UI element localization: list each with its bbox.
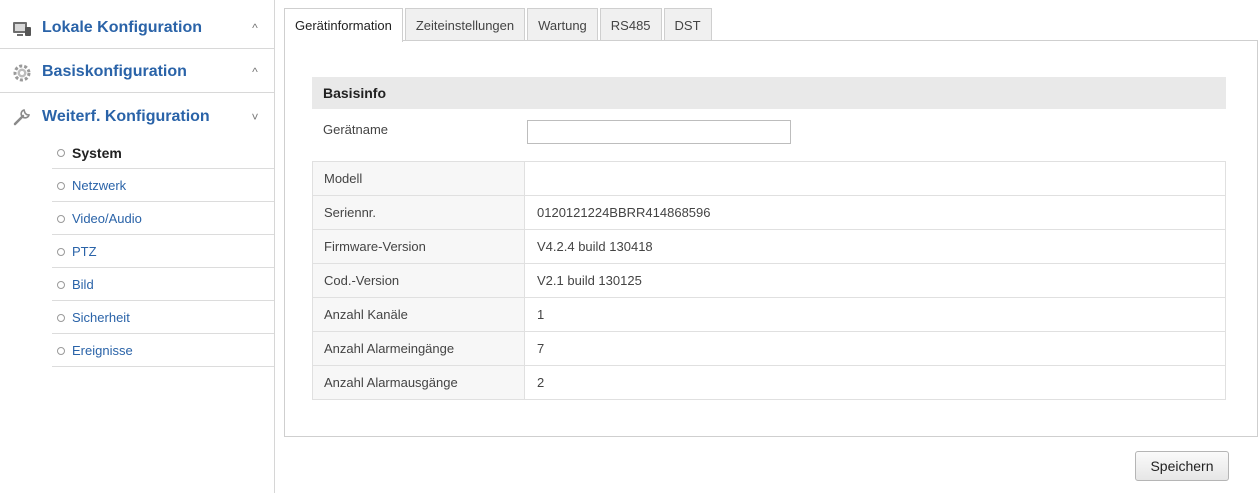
chevron-down-icon: ˅: [251, 109, 259, 124]
table-row: Cod.-Version V2.1 build 130125: [312, 263, 1226, 298]
row-key: Firmware-Version: [312, 229, 525, 264]
row-key: Anzahl Alarmausgänge: [312, 365, 525, 400]
device-name-input[interactable]: [527, 120, 791, 144]
row-key: Anzahl Alarmeingänge: [312, 331, 525, 366]
sidebar-item-label: Sicherheit: [72, 310, 130, 325]
sidebar-item-label: Netzwerk: [72, 178, 127, 193]
sidebar-item-label: Ereignisse: [72, 343, 133, 358]
monitor-icon: [13, 22, 31, 36]
row-value: [524, 161, 1226, 196]
row-value: V4.2.4 build 130418: [524, 229, 1226, 264]
sidebar-section-label: Lokale Konfiguration: [42, 19, 202, 36]
tab-bar: Gerätinformation Zeiteinstellungen Wartu…: [284, 8, 714, 42]
row-key: Cod.-Version: [312, 263, 525, 298]
bullet-icon: [57, 314, 65, 322]
sidebar-item-ptz[interactable]: PTZ: [52, 236, 274, 268]
sidebar-item-system[interactable]: System: [52, 137, 274, 169]
sidebar-section-label: Weiterf. Konfiguration: [42, 107, 210, 125]
table-row: Modell: [312, 161, 1226, 196]
sidebar-item-label: PTZ: [72, 244, 97, 259]
row-key: Anzahl Kanäle: [312, 297, 525, 332]
row-key: Seriennr.: [312, 195, 525, 230]
sidebar-item-security[interactable]: Sicherheit: [52, 302, 274, 334]
sidebar-section-label: Basiskonfiguration: [42, 63, 187, 80]
tab-device-info[interactable]: Gerätinformation: [284, 8, 403, 42]
device-name-label: Gerätname: [323, 122, 389, 137]
row-value: 0120121224BBRR414868596: [524, 195, 1226, 230]
sidebar-item-image[interactable]: Bild: [52, 269, 274, 301]
bullet-icon: [57, 149, 65, 157]
bullet-icon: [57, 248, 65, 256]
sidebar-section-advanced-config[interactable]: Weiterf. Konfiguration ˅: [0, 96, 274, 137]
table-row: Anzahl Alarmeingänge 7: [312, 331, 1226, 366]
device-info-table: Modell Seriennr. 0120121224BBRR414868596…: [312, 161, 1226, 400]
tab-maintenance[interactable]: Wartung: [527, 8, 598, 41]
sidebar-item-label: Video/Audio: [72, 211, 142, 226]
row-value: 2: [524, 365, 1226, 400]
sidebar-item-network[interactable]: Netzwerk: [52, 170, 274, 202]
tab-time-settings[interactable]: Zeiteinstellungen: [404, 8, 526, 41]
row-value: 1: [524, 297, 1226, 332]
save-button[interactable]: Speichern: [1135, 451, 1229, 481]
sidebar-item-video-audio[interactable]: Video/Audio: [52, 203, 274, 235]
sidebar: Lokale Konfiguration ^ Basiskonfiguratio…: [0, 0, 275, 493]
bullet-icon: [57, 215, 65, 223]
table-row: Anzahl Kanäle 1: [312, 297, 1226, 332]
row-value: V2.1 build 130125: [524, 263, 1226, 298]
table-row: Anzahl Alarmausgänge 2: [312, 365, 1226, 400]
chevron-up-icon: ^: [252, 65, 258, 79]
section-header: Basisinfo: [312, 77, 1226, 109]
table-row: Seriennr. 0120121224BBRR414868596: [312, 195, 1226, 230]
bullet-icon: [57, 347, 65, 355]
tab-dst[interactable]: DST: [663, 8, 712, 41]
bullet-icon: [57, 182, 65, 190]
row-value: 7: [524, 331, 1226, 366]
gear-icon: [13, 64, 31, 82]
sidebar-item-events[interactable]: Ereignisse: [52, 335, 274, 367]
sidebar-section-basic-config[interactable]: Basiskonfiguration ^: [0, 52, 274, 93]
sidebar-section-local-config[interactable]: Lokale Konfiguration ^: [0, 8, 274, 49]
table-row: Firmware-Version V4.2.4 build 130418: [312, 229, 1226, 264]
chevron-up-icon: ^: [252, 21, 258, 35]
bullet-icon: [57, 281, 65, 289]
sidebar-item-label: Bild: [72, 277, 94, 292]
tab-rs485[interactable]: RS485: [599, 8, 662, 41]
sidebar-item-label: System: [72, 144, 122, 161]
row-key: Modell: [312, 161, 525, 196]
wrench-icon: [13, 109, 31, 126]
